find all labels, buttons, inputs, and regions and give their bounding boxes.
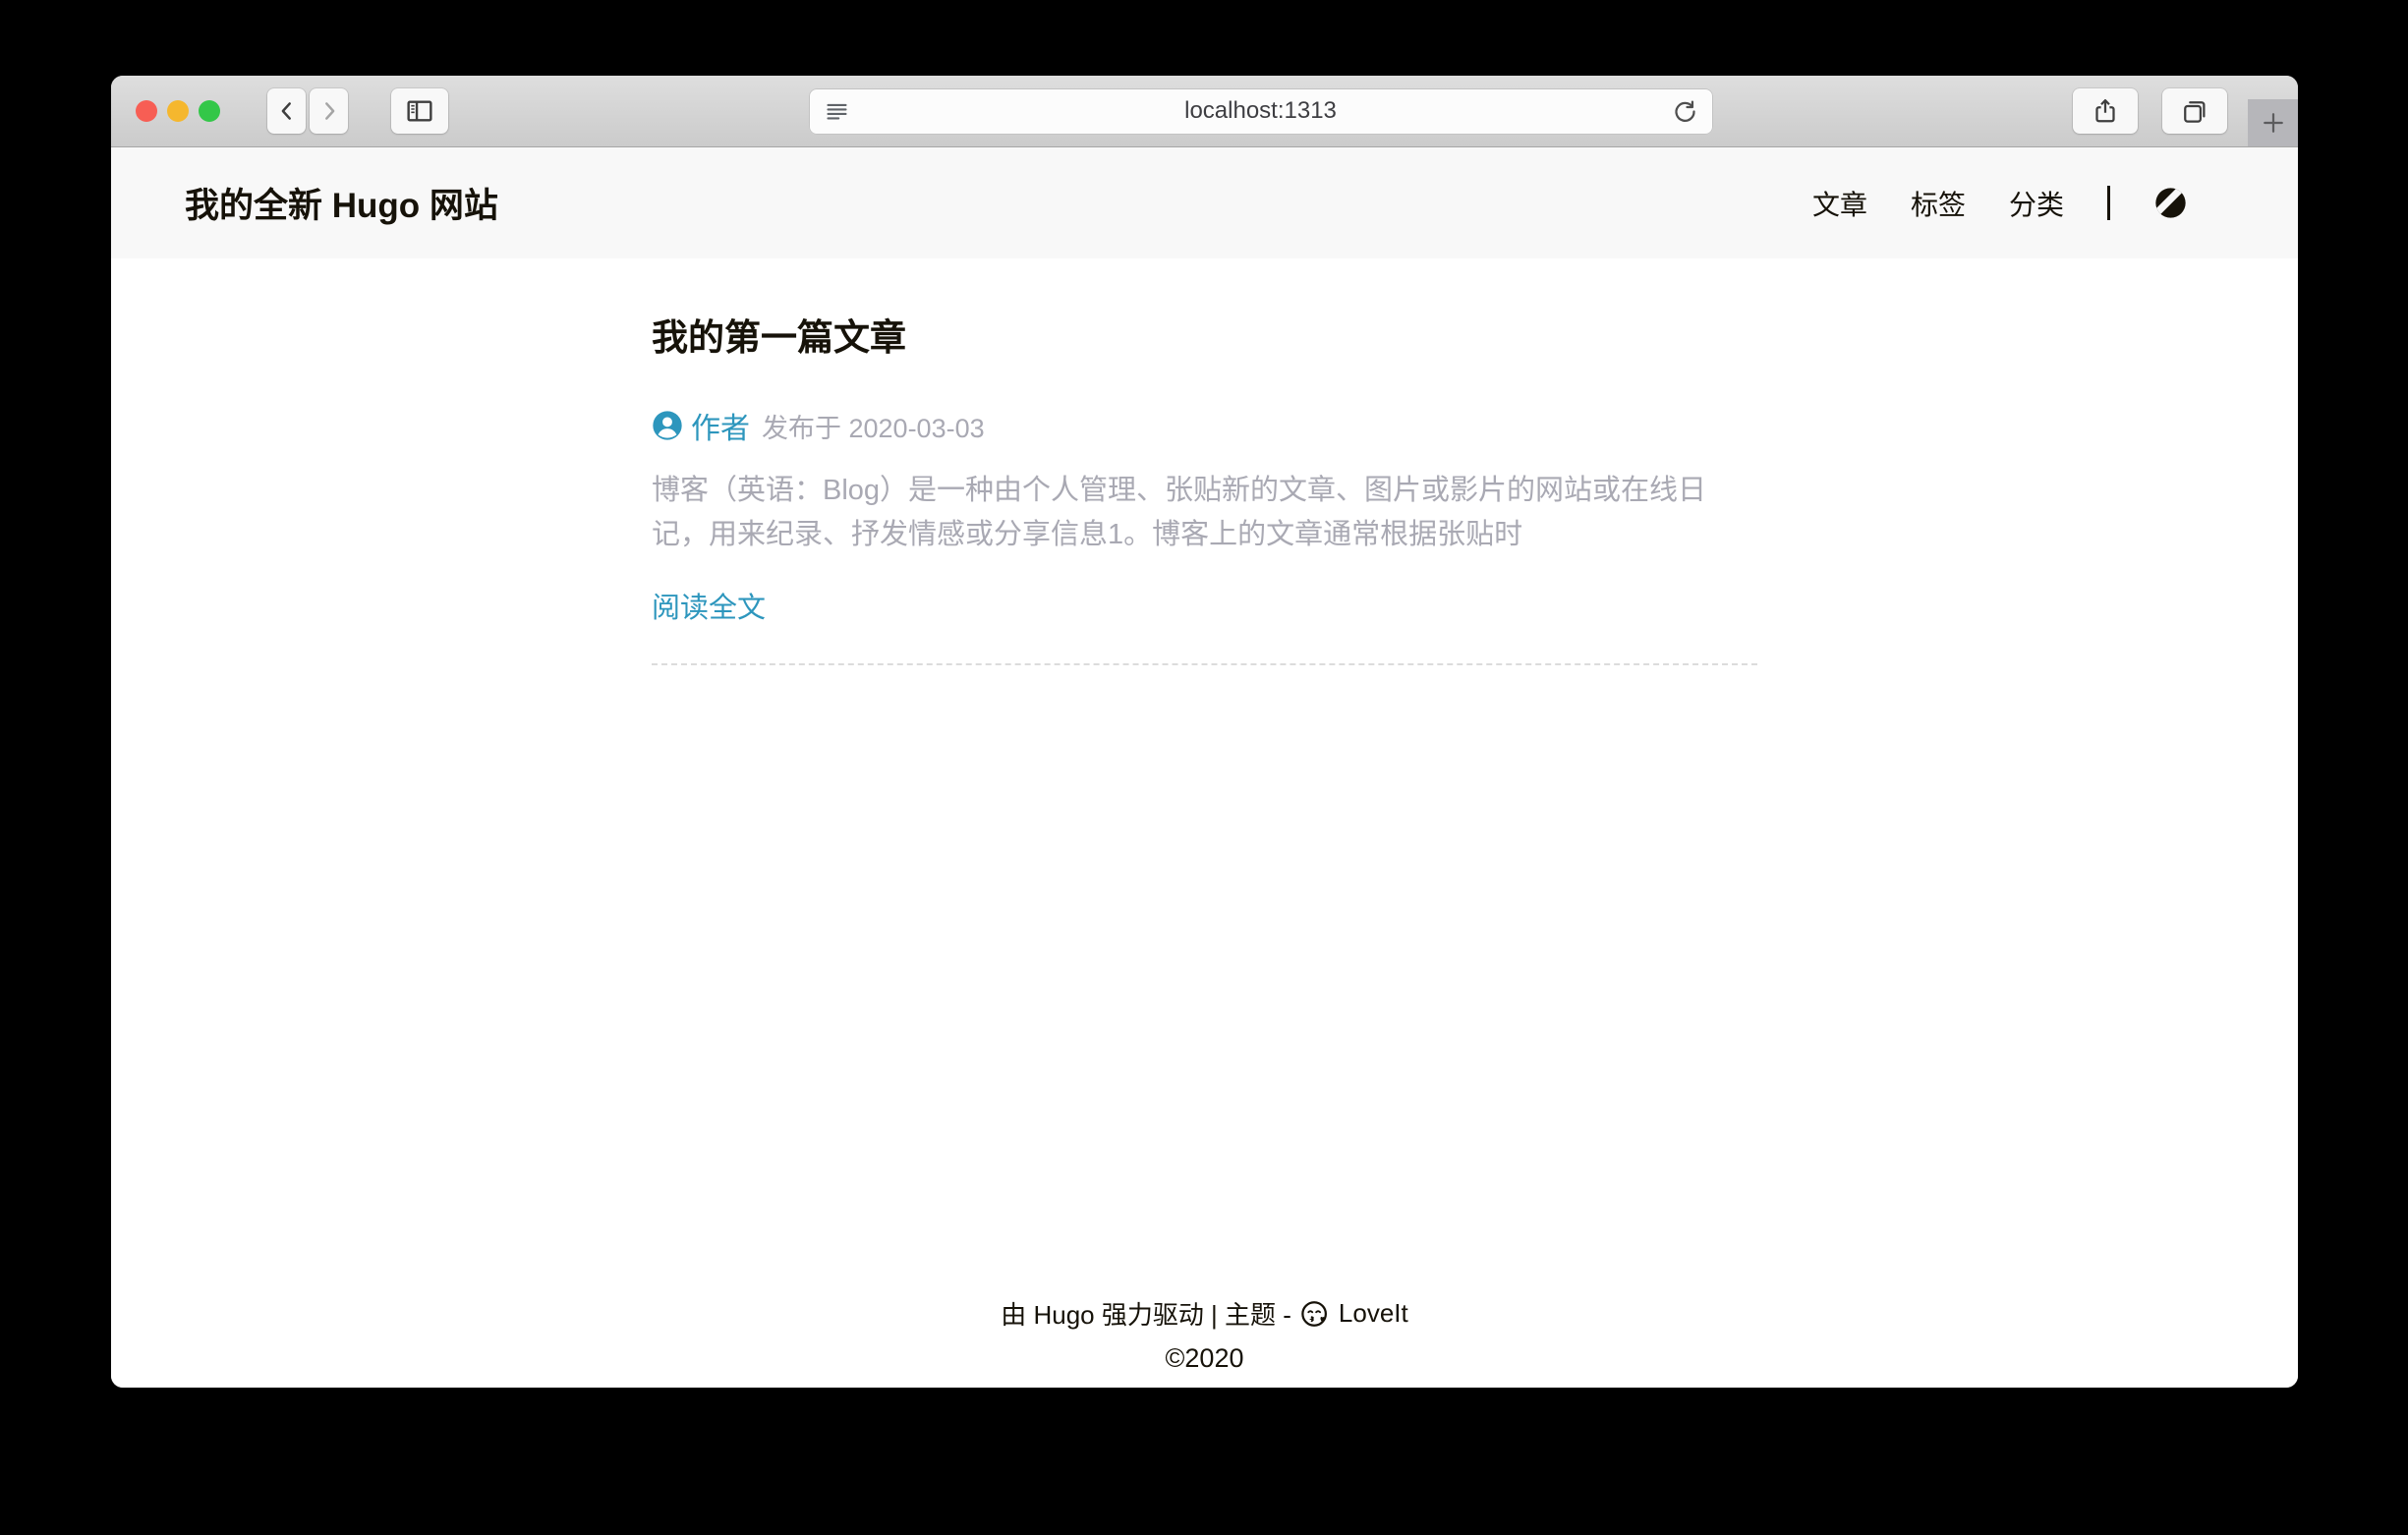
nav-item-categories[interactable]: 分类: [2009, 184, 2064, 223]
sidebar-toggle-button[interactable]: [391, 88, 448, 134]
browser-toolbar: localhost:1313: [111, 76, 2298, 147]
share-icon: [2091, 96, 2120, 126]
url-text[interactable]: localhost:1313: [850, 97, 1672, 125]
minimize-button[interactable]: [167, 100, 189, 122]
site-nav: 文章 标签 分类: [1812, 184, 2188, 223]
author-icon: [652, 410, 683, 441]
tabs-button[interactable]: [2162, 88, 2227, 134]
toolbar-right-buttons: [2073, 88, 2227, 134]
sidebar-icon: [404, 95, 435, 127]
page-content: 我的第一篇文章 作者 发布于 2020-03-03 博客（英语：Blog）: [111, 258, 2298, 1295]
forward-button[interactable]: [310, 88, 348, 134]
site-title[interactable]: 我的全新 Hugo 网站: [185, 178, 498, 228]
post-meta: 作者 发布于 2020-03-03: [652, 404, 1757, 447]
footer-powered-line: 由 Hugo 强力驱动 | 主题 - LoveIt: [111, 1295, 2298, 1332]
post-author-link[interactable]: 作者: [691, 404, 750, 447]
site-header: 我的全新 Hugo 网站 文章 标签 分类: [111, 147, 2298, 258]
footer-theme-link[interactable]: LoveIt: [1339, 1298, 1408, 1329]
nav-item-posts[interactable]: 文章: [1812, 184, 1867, 223]
post-summary-text: 博客（英语：Blog）是一种由个人管理、张贴新的文章、图片或影片的网站或在线日记…: [652, 469, 1757, 557]
address-bar[interactable]: localhost:1313: [809, 88, 1713, 135]
summary-divider: [652, 663, 1757, 665]
footer-powered-text: 由 Hugo 强力驱动 | 主题 -: [1001, 1295, 1291, 1332]
tabs-icon: [2180, 96, 2209, 126]
browser-window: localhost:1313: [111, 76, 2298, 1388]
copyright-text: ©2020: [111, 1343, 2298, 1374]
theme-toggle-icon[interactable]: [2153, 186, 2188, 220]
new-tab-button[interactable]: [2248, 99, 2298, 146]
back-icon: [274, 98, 300, 124]
reload-icon[interactable]: [1672, 98, 1698, 125]
share-button[interactable]: [2073, 88, 2138, 134]
maximize-button[interactable]: [199, 100, 220, 122]
nav-divider: [2107, 186, 2110, 220]
forward-icon: [316, 98, 342, 124]
window-controls: [136, 100, 220, 122]
read-more-link[interactable]: 阅读全文: [652, 585, 766, 626]
post-summary-card: 我的第一篇文章 作者 发布于 2020-03-03 博客（英语：Blog）: [652, 308, 1757, 665]
new-tab-icon: [2260, 109, 2287, 137]
desktop-background: localhost:1313: [0, 0, 2408, 1535]
back-button[interactable]: [267, 88, 306, 134]
history-nav-buttons: [267, 88, 348, 134]
close-button[interactable]: [136, 100, 157, 122]
post-publish-info: 发布于 2020-03-03: [762, 407, 985, 445]
nav-item-tags[interactable]: 标签: [1911, 184, 1966, 223]
site-footer: 由 Hugo 强力驱动 | 主题 - LoveIt ©2020: [111, 1295, 2298, 1388]
kiss-emoji-icon: [1300, 1299, 1330, 1329]
post-title-link[interactable]: 我的第一篇文章: [652, 308, 1757, 361]
post-list: 我的第一篇文章 作者 发布于 2020-03-03 博客（英语：Blog）: [652, 258, 1757, 665]
reader-icon[interactable]: [824, 98, 850, 125]
